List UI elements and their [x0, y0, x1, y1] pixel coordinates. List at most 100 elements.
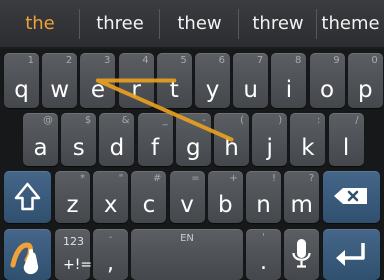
backspace-key[interactable] — [323, 171, 380, 223]
key-hint: ( — [240, 115, 244, 126]
key-l[interactable]: / l — [328, 113, 364, 166]
key-h[interactable]: (h — [214, 113, 249, 166]
key-label: b — [217, 192, 233, 218]
key-t[interactable]: 5t — [156, 53, 192, 108]
key-label: l — [342, 135, 350, 161]
key-hint: 0 — [371, 55, 378, 66]
key-label: q — [14, 77, 29, 103]
key-hint: / — [355, 115, 359, 126]
key-label: e — [90, 77, 105, 103]
key-label: v — [180, 192, 194, 218]
suggestion-the[interactable]: the — [0, 0, 80, 47]
key-label: t — [169, 77, 179, 103]
comma-key-hint: - — [108, 232, 113, 243]
key-label: k — [301, 135, 315, 161]
key-hint: : — [317, 115, 321, 126]
key-label: o — [320, 77, 335, 103]
key-hint: 5 — [180, 55, 187, 66]
symbols-key-bottom-label: +!= — [63, 257, 93, 273]
space-bar-language: EN — [180, 233, 194, 244]
backspace-icon — [334, 188, 367, 204]
key-hint: ! — [271, 173, 276, 184]
suggestion-separator — [238, 9, 239, 39]
microphone-icon — [292, 239, 311, 268]
key-z[interactable]: * z — [55, 171, 90, 223]
key-i[interactable]: 8i — [271, 53, 307, 108]
shift-arrow-icon — [14, 182, 41, 211]
key-o[interactable]: 9o — [309, 53, 345, 108]
key-hint: 9 — [333, 55, 340, 66]
key-y[interactable]: 6y — [195, 53, 230, 108]
suggestion-thew[interactable]: thew — [160, 0, 239, 47]
key-label: r — [131, 77, 141, 103]
space-bar[interactable]: EN — [131, 229, 243, 280]
key-label: c — [142, 192, 156, 218]
symbols-key-top-label: 123 — [63, 235, 84, 248]
key-label: z — [66, 192, 79, 218]
key-f[interactable]: _ f — [137, 113, 173, 166]
key-g[interactable]: -g — [175, 113, 211, 166]
key-u[interactable]: 7u — [233, 53, 269, 108]
key-hint: & — [121, 115, 130, 126]
gesture-typing-icon — [10, 242, 39, 275]
keyboard: the three thew threw theme 1q2w3e4r5t6y7u8i9… — [0, 0, 384, 280]
microphone-key[interactable] — [284, 229, 319, 280]
suggestion-threw[interactable]: threw — [239, 0, 317, 47]
key-hint: + — [229, 173, 238, 184]
key-hint: " — [118, 173, 124, 184]
key-label: d — [109, 135, 125, 161]
key-hint: ? — [308, 173, 315, 184]
key-a[interactable]: @ a — [23, 113, 58, 166]
suggestion-separator — [79, 9, 80, 39]
key-hint: # — [153, 173, 162, 184]
suggestion-theme[interactable]: theme — [317, 0, 384, 47]
key-b[interactable]: + b — [207, 171, 243, 223]
key-x[interactable]: " x — [93, 171, 129, 223]
key-j[interactable]: ) j — [252, 113, 288, 166]
key-hint: ) — [278, 115, 283, 126]
key-p[interactable]: 0p — [347, 53, 383, 108]
key-s[interactable]: $ s — [61, 113, 97, 166]
enter-key[interactable] — [323, 229, 380, 280]
key-hint: = — [191, 173, 200, 184]
period-key[interactable]: '. — [246, 229, 281, 280]
key-label: g — [185, 135, 201, 161]
key-label: a — [33, 135, 48, 161]
period-key-hint: ' — [262, 232, 265, 243]
key-label: y — [205, 77, 220, 103]
key-q[interactable]: 1q — [4, 53, 39, 108]
suggestion-three[interactable]: three — [80, 0, 160, 47]
key-label: n — [256, 192, 271, 218]
shift-key[interactable] — [4, 171, 51, 223]
key-hint: 8 — [295, 55, 302, 66]
key-m[interactable]: ? m — [284, 171, 320, 223]
key-hint: _ — [162, 115, 168, 126]
key-v[interactable]: = v — [169, 171, 205, 223]
key-hint: @ — [43, 115, 53, 126]
key-w[interactable]: 2w — [42, 53, 78, 108]
key-k[interactable]: :k — [290, 113, 326, 166]
key-hint: 7 — [256, 55, 264, 66]
key-r[interactable]: 4r — [118, 53, 154, 108]
key-e[interactable]: 3e — [80, 53, 116, 108]
key-hint: 3 — [104, 55, 111, 66]
gesture-key[interactable] — [4, 229, 51, 280]
enter-arrow-icon — [336, 243, 365, 266]
key-n[interactable]: ! n — [246, 171, 281, 223]
key-label: i — [285, 77, 293, 103]
suggestion-separator — [159, 9, 160, 39]
symbols-key[interactable]: 123 +!= — [55, 229, 93, 280]
key-label: h — [224, 135, 239, 161]
key-hint: 6 — [218, 55, 225, 66]
key-c[interactable]: # c — [131, 171, 167, 223]
key-label: s — [72, 135, 85, 161]
comma-key[interactable]: -, — [93, 229, 128, 280]
key-label: m — [290, 192, 313, 218]
key-d[interactable]: & d — [99, 113, 135, 166]
key-hint: * — [80, 173, 85, 184]
key-label: p — [357, 77, 373, 103]
suggestion-separator — [316, 9, 317, 39]
key-hint: 1 — [27, 55, 34, 66]
key-label: f — [151, 135, 160, 161]
key-label: j — [266, 135, 273, 161]
